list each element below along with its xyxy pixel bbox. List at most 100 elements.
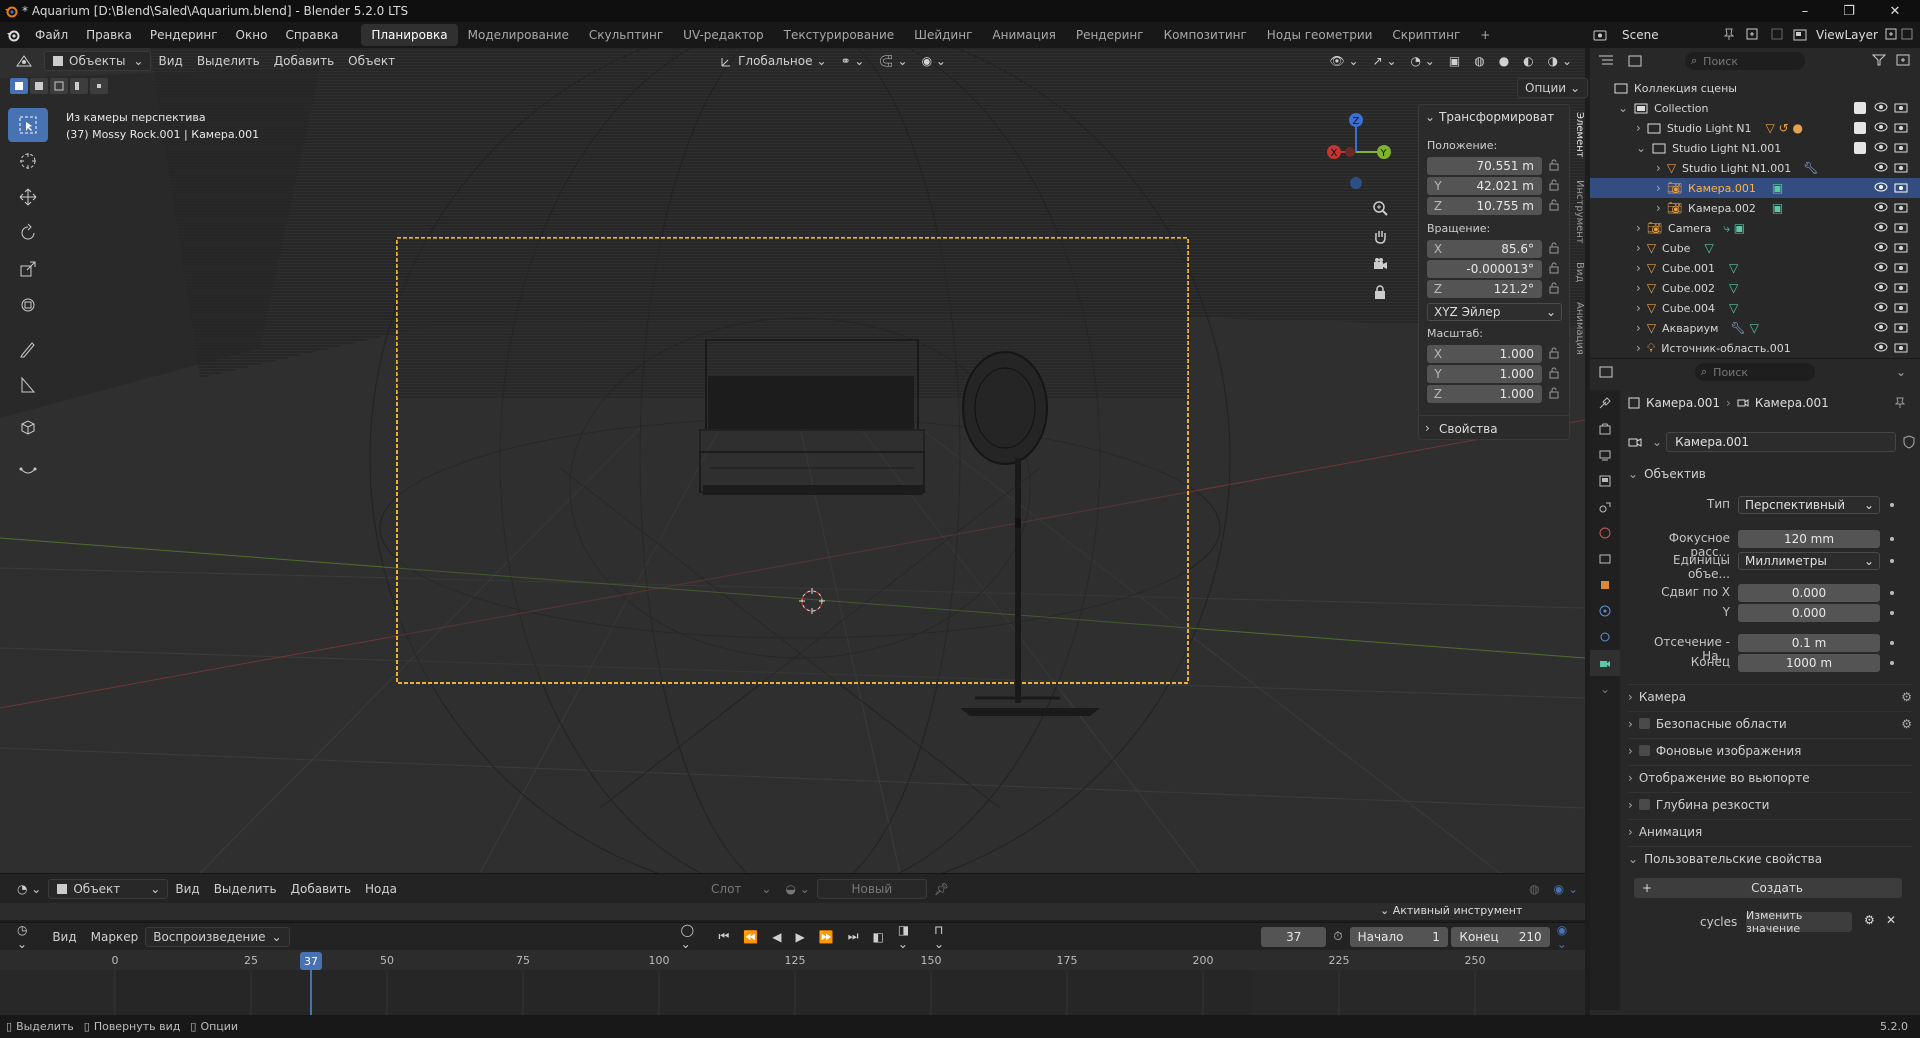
timeline-editor-icon[interactable]: ◷ ⌄ xyxy=(10,923,45,951)
create-property-button[interactable]: + Создать xyxy=(1634,878,1902,898)
clip-end-field[interactable]: 1000 m xyxy=(1738,654,1880,672)
snap-icon[interactable]: 🧲︎ ⌄ xyxy=(872,51,915,71)
snap-node-icon[interactable]: ◉ ⌄ xyxy=(1547,879,1585,899)
scale-z-field[interactable]: Z 1.000 xyxy=(1427,385,1542,403)
outliner-scene-collection[interactable]: Коллекция сцены xyxy=(1590,78,1920,98)
tab-tool[interactable]: Инструмент xyxy=(1571,180,1585,244)
lock-icon[interactable] xyxy=(1549,282,1561,296)
annotate-tool[interactable] xyxy=(8,332,48,366)
tab-rendering[interactable]: Рендеринг xyxy=(1066,24,1154,46)
play-reverse-icon[interactable]: ◀ xyxy=(765,927,788,947)
pin-scene-icon[interactable] xyxy=(1722,27,1736,41)
eye-icon[interactable] xyxy=(1874,341,1888,355)
eye-icon[interactable] xyxy=(1874,301,1888,315)
keyframe-dot-icon[interactable] xyxy=(1890,661,1894,665)
auto-keying-icon[interactable]: ◯ ⌄ xyxy=(674,923,712,951)
visibility-icon[interactable]: 👁︎ ⌄ xyxy=(1322,51,1365,71)
gear-icon[interactable]: ⚙︎ xyxy=(1864,913,1875,927)
material-browse-icon[interactable]: ◒ ⌄ xyxy=(778,879,816,899)
orientation-dropdown[interactable]: Глобальное ⌄ xyxy=(714,51,833,71)
outliner-item[interactable]: › ▽ Cube.004 ▽ xyxy=(1590,298,1920,318)
play-icon[interactable]: ▶ xyxy=(789,927,812,947)
camera-section-header[interactable]: › Камера ⚙︎ xyxy=(1628,684,1912,708)
outliner-item[interactable]: ⌄ Studio Light N1.001 xyxy=(1590,138,1920,158)
shading-material-icon[interactable]: ◐ xyxy=(1516,51,1540,71)
zoom-icon[interactable] xyxy=(1372,200,1388,216)
chevron-right-icon[interactable]: › xyxy=(1425,421,1430,435)
depth-of-field-section-header[interactable]: › Глубина резкости xyxy=(1628,792,1912,816)
maximize-button[interactable]: ❐ xyxy=(1826,0,1872,22)
world-tab-icon[interactable] xyxy=(1590,520,1620,546)
node-menu-node[interactable]: Нода xyxy=(358,879,404,899)
playhead-frame-badge[interactable]: 37 xyxy=(300,952,322,970)
menu-help[interactable]: Справка xyxy=(276,22,347,48)
playhead-line[interactable] xyxy=(310,970,312,1015)
shading-wireframe-icon[interactable]: ◍ xyxy=(1467,51,1491,71)
lock-icon[interactable] xyxy=(1549,387,1561,401)
render-camera-icon[interactable] xyxy=(1894,341,1908,355)
safe-areas-checkbox[interactable] xyxy=(1638,718,1650,729)
proportional-edit-icon[interactable]: ◉ ⌄ xyxy=(915,51,953,71)
presets-icon[interactable]: ⚙︎ xyxy=(1901,690,1912,704)
depth-of-field-checkbox[interactable] xyxy=(1638,799,1650,810)
outliner-item[interactable]: ⌄ Collection xyxy=(1590,98,1920,118)
rotation-y-field[interactable]: -0.000013° xyxy=(1427,260,1542,278)
remove-view-layer-icon[interactable] xyxy=(1900,27,1914,41)
pivot-icon[interactable]: ⚭ ⌄ xyxy=(834,51,872,71)
menu-file[interactable]: Файл xyxy=(26,22,77,48)
eye-icon[interactable] xyxy=(1874,241,1888,255)
collection-checkbox[interactable] xyxy=(1854,102,1866,114)
tab-uv-editing[interactable]: UV-редактор xyxy=(673,24,773,46)
menu-window[interactable]: Окно xyxy=(227,22,277,48)
lock-icon[interactable] xyxy=(1549,347,1561,361)
render-camera-icon[interactable] xyxy=(1894,261,1908,275)
render-camera-icon[interactable] xyxy=(1894,101,1908,115)
render-camera-icon[interactable] xyxy=(1894,321,1908,335)
lock-icon[interactable] xyxy=(1549,262,1561,276)
blender-menu-icon[interactable] xyxy=(0,22,26,48)
tab-animation[interactable]: Анимация xyxy=(1571,302,1585,355)
render-camera-icon[interactable] xyxy=(1894,221,1908,235)
chevron-down-icon[interactable]: ⌄ xyxy=(1896,365,1906,379)
lens-section-header[interactable]: ⌄ Объектив xyxy=(1628,462,1912,486)
lock-icon[interactable] xyxy=(1549,159,1561,173)
shader-type-dropdown[interactable]: Объект ⌄ xyxy=(48,878,169,899)
eye-icon[interactable] xyxy=(1874,221,1888,235)
select-box-tool[interactable] xyxy=(8,108,48,142)
curve-tool[interactable] xyxy=(8,452,48,486)
object-tab-icon[interactable] xyxy=(1590,572,1620,598)
focal-length-field[interactable]: 120 mm xyxy=(1738,530,1880,548)
outliner-item[interactable]: › 📷︎ Camera ⤷ ▣ xyxy=(1590,218,1920,238)
lock-icon[interactable] xyxy=(1549,242,1561,256)
end-frame-field[interactable]: Конец 210 xyxy=(1451,926,1550,947)
safe-areas-section-header[interactable]: › Безопасные области ⚙︎ xyxy=(1628,711,1912,735)
render-camera-icon[interactable] xyxy=(1894,161,1908,175)
menu-edit[interactable]: Правка xyxy=(77,22,141,48)
pin-icon[interactable] xyxy=(1894,397,1906,409)
jump-keyframe-forward-icon[interactable]: ⏩ xyxy=(812,927,841,947)
scale-tool[interactable] xyxy=(8,252,48,286)
eye-icon[interactable] xyxy=(1874,121,1888,135)
filter-icon[interactable] xyxy=(1872,54,1886,66)
keyframe-dot-icon[interactable] xyxy=(1890,537,1894,541)
custom-properties-section-header[interactable]: ⌄ Пользовательские свойства xyxy=(1628,846,1912,870)
tab-layout[interactable]: Планировка xyxy=(361,24,458,46)
physics-tab-icon[interactable] xyxy=(1590,598,1620,624)
render-camera-icon[interactable] xyxy=(1894,181,1908,195)
editor-type-icon[interactable] xyxy=(8,51,40,71)
tab-compositing[interactable]: Композитинг xyxy=(1154,24,1257,46)
rotation-z-field[interactable]: Z 121.2° xyxy=(1427,280,1542,298)
tab-modeling[interactable]: Моделирование xyxy=(458,24,579,46)
timeline-menu-view[interactable]: Вид xyxy=(45,927,83,947)
pan-hand-icon[interactable] xyxy=(1372,228,1388,244)
node-menu-view[interactable]: Вид xyxy=(168,879,206,899)
keyframe-dot-icon[interactable] xyxy=(1890,611,1894,615)
background-images-checkbox[interactable] xyxy=(1638,745,1650,756)
rotation-x-field[interactable]: X 85.6° xyxy=(1427,240,1542,258)
navigation-gizmo[interactable]: Z Y X xyxy=(1316,108,1396,198)
location-z-field[interactable]: Z 10.755 m xyxy=(1427,197,1542,215)
prev-keyframe-icon[interactable]: ◧ xyxy=(866,927,891,947)
background-images-section-header[interactable]: › Фоновые изображения xyxy=(1628,738,1912,762)
minimize-button[interactable]: – xyxy=(1782,0,1828,22)
menu-object[interactable]: Объект xyxy=(341,51,402,71)
